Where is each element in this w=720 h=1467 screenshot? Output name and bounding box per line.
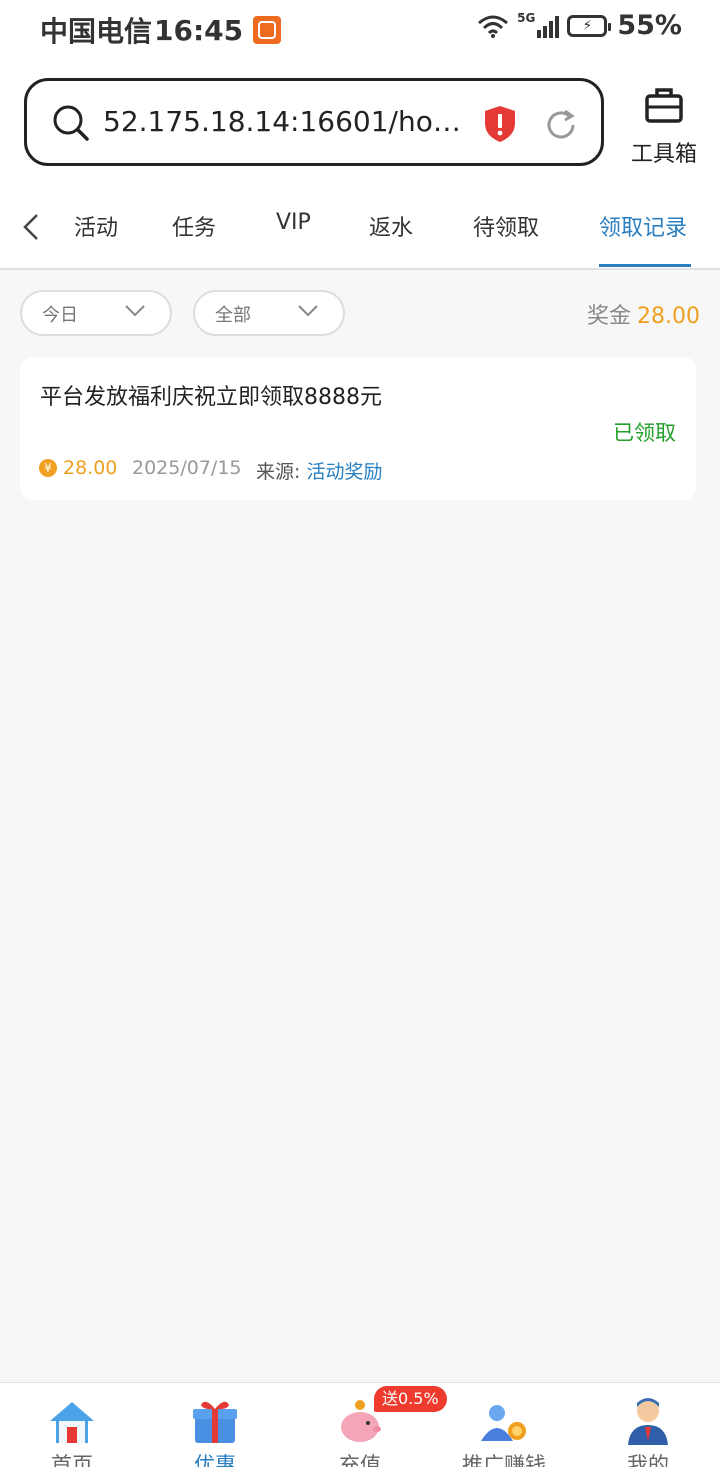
date-filter-dropdown[interactable]: 今日 [20, 290, 172, 336]
url-text[interactable]: 52.175.18.14:16601/hom... [103, 105, 473, 138]
deposit-bonus-badge: 送0.5% [374, 1386, 447, 1412]
chevron-left-icon[interactable] [20, 212, 42, 242]
record-source-value: 活动奖励 [306, 461, 383, 483]
record-source-label: 来源: [256, 461, 301, 483]
toolbox-label: 工具箱 [630, 142, 697, 167]
nav-home-label: 首页 [51, 1453, 93, 1467]
record-status: 已领取 [613, 421, 676, 445]
record-card[interactable]: 平台发放福利庆祝立即领取8888元 已领取 ¥ 28.00 2025/07/15… [20, 357, 696, 500]
bonus-label: 奖金 [587, 304, 632, 329]
nav-deposit-label: 充值 [339, 1453, 381, 1467]
record-amount: 28.00 [63, 457, 118, 479]
status-bar: 中国电信 16:45 5G ⚡ 55% [0, 0, 720, 56]
type-filter-value: 全部 [215, 305, 251, 326]
tab-pending[interactable]: 待领取 [473, 210, 539, 242]
record-title: 平台发放福利庆祝立即领取8888元 [40, 385, 382, 410]
search-icon [53, 105, 89, 141]
house-icon [50, 1402, 94, 1443]
coin-icon: ¥ [39, 459, 57, 477]
tab-vip[interactable]: VIP [276, 210, 311, 235]
active-tab-indicator [599, 264, 691, 267]
battery-level: 55% [617, 10, 682, 41]
record-source: 来源: 活动奖励 [256, 457, 382, 484]
wifi-icon [478, 15, 509, 38]
chevron-down-icon [125, 305, 145, 317]
divider [0, 268, 720, 270]
nav-profile-label: 我的 [627, 1453, 669, 1467]
gift-icon [193, 1401, 237, 1443]
toolbox-button[interactable]: 工具箱 [626, 86, 702, 168]
security-warning-icon[interactable] [483, 105, 517, 143]
signal-icon [535, 14, 560, 38]
battery-icon: ⚡ [567, 14, 612, 37]
app-notification-icon [253, 16, 282, 44]
nav-promotions-label: 优惠 [194, 1453, 236, 1467]
tab-tasks[interactable]: 任务 [172, 210, 216, 242]
nav-referral-label: 推广赚钱 [462, 1453, 546, 1467]
tab-rebate[interactable]: 返水 [369, 210, 413, 242]
clock: 16:45 [154, 13, 244, 47]
reload-icon[interactable] [543, 107, 579, 143]
user-icon [628, 1398, 668, 1445]
nav-referral[interactable]: 推广赚钱 [439, 1397, 569, 1467]
nav-profile[interactable]: 我的 [583, 1397, 713, 1467]
referral-icon [481, 1405, 526, 1441]
briefcase-icon [645, 88, 683, 123]
chevron-down-icon [298, 305, 318, 317]
nav-home[interactable]: 首页 [7, 1397, 137, 1467]
address-bar[interactable]: 52.175.18.14:16601/hom... [24, 78, 604, 166]
date-filter-value: 今日 [42, 305, 78, 326]
record-date: 2025/07/15 [132, 457, 242, 479]
bonus-total: 奖金 28.00 [587, 298, 700, 330]
type-filter-dropdown[interactable]: 全部 [193, 290, 345, 336]
tab-activity[interactable]: 活动 [74, 210, 118, 242]
tab-claim-history[interactable]: 领取记录 [599, 210, 687, 242]
bottom-nav: 首页 优惠 充值 推广赚钱 我的 [0, 1382, 720, 1467]
bonus-amount: 28.00 [637, 304, 700, 329]
carrier: 中国电信 [40, 15, 153, 48]
tab-bar: 活动 任务 VIP 返水 待领取 领取记录 [0, 200, 720, 268]
nav-promotions[interactable]: 优惠 [150, 1397, 280, 1467]
network-type: 5G [517, 10, 536, 25]
